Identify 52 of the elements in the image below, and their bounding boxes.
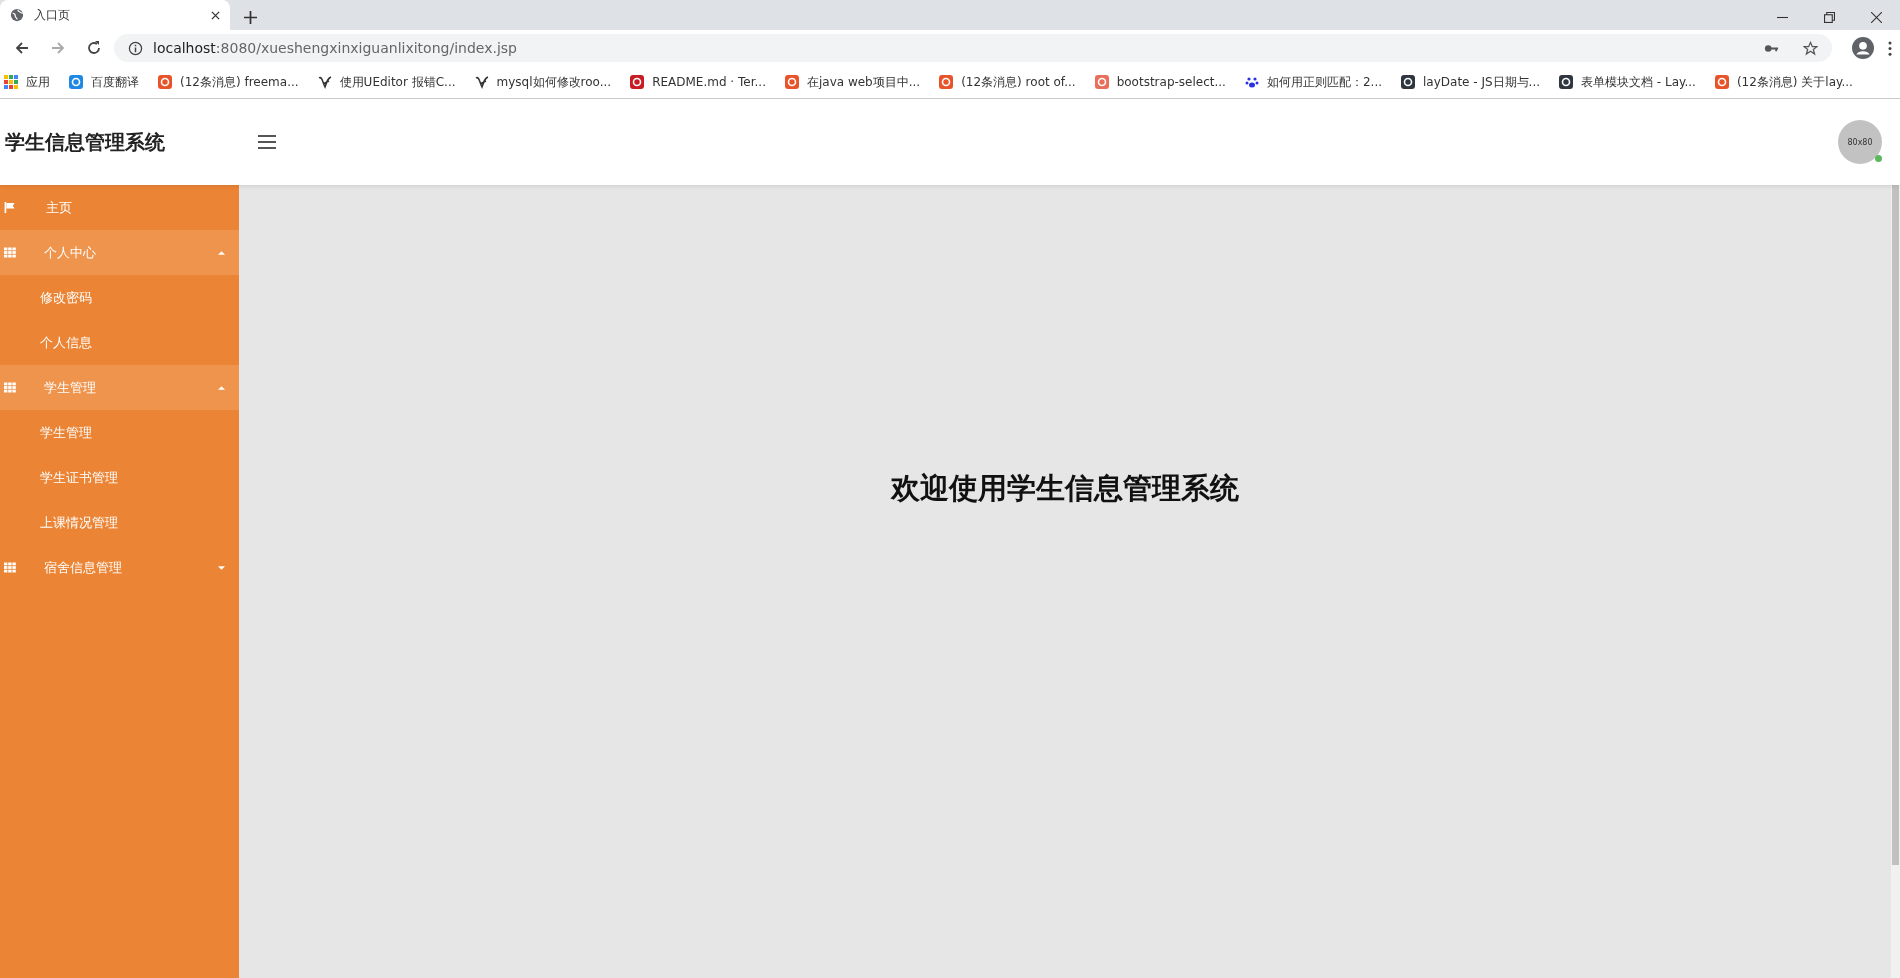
site-icon [630,75,645,89]
squiggle-icon [317,75,332,89]
site-icon [158,75,172,89]
reload-icon[interactable] [86,40,102,56]
bookmark[interactable]: 使用UEditor 报错C... [317,73,456,91]
caret-icon [218,565,225,570]
bookmark[interactable]: README.md · Ter... [630,75,766,89]
close-icon[interactable] [211,10,220,20]
scrollbar-thumb[interactable] [1892,185,1899,865]
caret-icon [218,250,225,255]
app-title: 学生信息管理系统 [4,128,166,156]
apps-grid-icon [4,75,18,89]
menu-icon[interactable] [258,135,276,149]
bookmark[interactable]: 如何用正则匹配：2... [1244,73,1382,91]
tab-title: 入口页 [34,6,71,24]
bookmark[interactable]: 百度翻译 [69,73,139,91]
bookmark[interactable]: 表单模块文档 - Lay... [1559,73,1696,91]
close-icon[interactable] [1871,11,1882,23]
grid-icon [4,382,16,393]
bookmark[interactable]: layDate - JS日期与... [1401,73,1541,91]
site-icon [1401,75,1415,89]
site-icon [1094,75,1109,89]
bookmark[interactable]: mysql如何修改roo... [474,73,612,91]
bookmark[interactable]: 在java web项目中... [784,73,921,91]
site-icon [784,75,799,89]
bookmark[interactable]: (12条消息) root of... [939,73,1076,91]
grid-icon [4,247,16,258]
address-bar[interactable]: localhost:8080/xueshengxinxiguanlixitong/index.jsp [114,34,1832,62]
profile-icon[interactable] [1852,37,1874,59]
restore-icon[interactable] [1824,11,1835,23]
bookmark[interactable]: 应用 [4,73,50,91]
paw-icon [1244,75,1259,89]
globe-icon [10,8,24,22]
new-tab-icon[interactable] [244,10,257,24]
flag-icon [4,202,16,213]
grid-icon [4,562,16,573]
welcome-heading: 欢迎使用学生信息管理系统 [891,470,1239,507]
bookmark[interactable]: bootstrap-select... [1094,75,1226,89]
caret-icon [218,385,225,390]
info-icon [128,40,143,56]
site-icon [1559,75,1574,89]
site-icon [939,75,954,89]
site-icon [69,75,83,89]
avatar[interactable]: 80x80 [1838,120,1882,164]
star-icon[interactable] [1803,40,1818,56]
squiggle-icon [474,75,489,89]
bookmark[interactable]: (12条消息) freema... [158,73,299,91]
browser-tab[interactable]: 入口页 [0,0,230,30]
menu-icon[interactable] [1888,40,1892,56]
bookmark[interactable]: (12条消息) 关于lay... [1714,73,1853,91]
site-icon [1714,75,1729,89]
back-icon[interactable] [14,40,30,56]
